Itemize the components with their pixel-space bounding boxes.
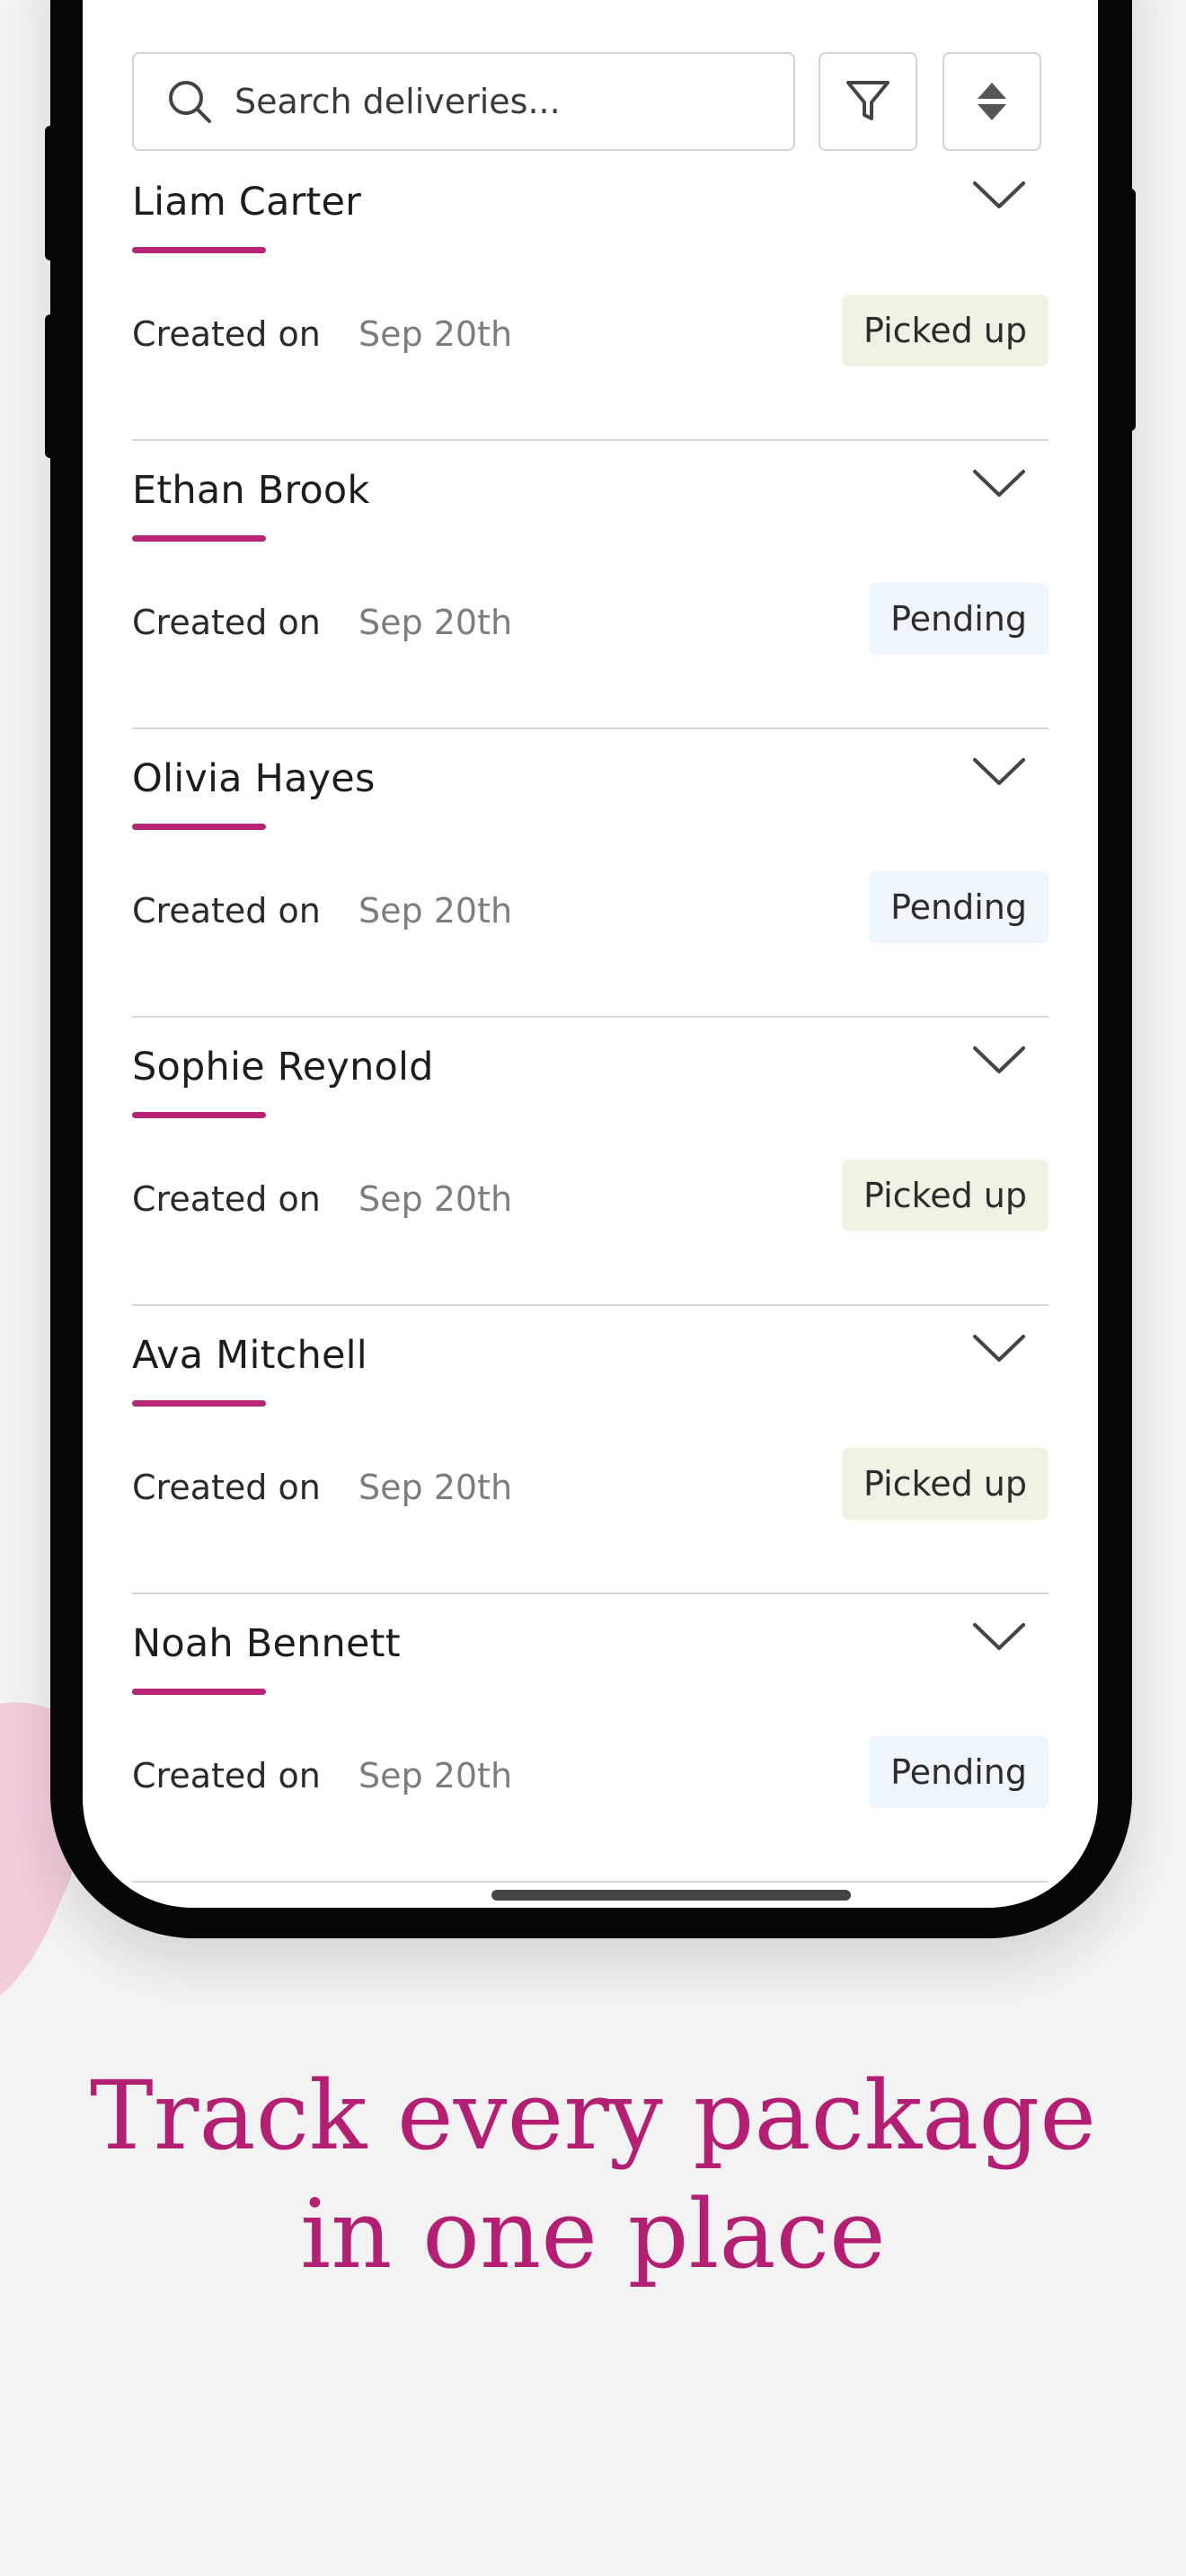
created-date: Sep 20th (358, 603, 513, 642)
chevron-down-icon[interactable] (971, 178, 1027, 214)
filter-button[interactable] (819, 52, 917, 151)
created-label: Created on (132, 603, 321, 642)
sort-button[interactable] (943, 52, 1041, 151)
name-underline (132, 1112, 266, 1118)
search-icon (169, 81, 211, 123)
name-underline (132, 824, 266, 830)
created-date: Sep 20th (358, 1179, 513, 1219)
chevron-down-icon[interactable] (971, 1619, 1027, 1655)
search-input[interactable] (233, 81, 775, 122)
delivery-row[interactable]: Liam Carter Created on Sep 20th Picked u… (132, 153, 1049, 441)
created-label: Created on (132, 1468, 321, 1507)
status-badge: Pending (869, 1736, 1049, 1808)
headline-line-1: Track every package (90, 2060, 1096, 2171)
filter-icon (846, 81, 890, 120)
chevron-down-icon[interactable] (971, 1043, 1027, 1079)
created-label: Created on (132, 891, 321, 931)
headline-line-2: in one place (300, 2179, 886, 2289)
home-indicator[interactable] (491, 1890, 851, 1901)
recipient-name: Ethan Brook (132, 468, 370, 513)
created-label: Created on (132, 1756, 321, 1795)
phone-screen: Liam Carter Created on Sep 20th Picked u… (83, 0, 1098, 1908)
status-badge: Pending (869, 871, 1049, 943)
sort-icon (978, 83, 1006, 120)
delivery-row[interactable]: Sophie Reynold Created on Sep 20th Picke… (132, 1018, 1049, 1306)
marketing-headline: Track every package in one place (0, 2057, 1186, 2294)
status-badge: Pending (869, 583, 1049, 655)
created-date: Sep 20th (358, 1468, 513, 1507)
chevron-down-icon[interactable] (971, 1331, 1027, 1367)
created-label: Created on (132, 314, 321, 354)
recipient-name: Noah Bennett (132, 1621, 401, 1666)
created-date: Sep 20th (358, 1756, 513, 1795)
delivery-row[interactable]: Ava Mitchell Created on Sep 20th Picked … (132, 1306, 1049, 1594)
delivery-list: Liam Carter Created on Sep 20th Picked u… (132, 153, 1049, 1883)
delivery-row[interactable]: Noah Bennett Created on Sep 20th Pending (132, 1594, 1049, 1883)
delivery-row[interactable]: Ethan Brook Created on Sep 20th Pending (132, 441, 1049, 729)
delivery-row[interactable]: Olivia Hayes Created on Sep 20th Pending (132, 729, 1049, 1018)
name-underline (132, 535, 266, 542)
chevron-down-icon[interactable] (971, 754, 1027, 790)
recipient-name: Liam Carter (132, 180, 362, 225)
name-underline (132, 1400, 266, 1407)
recipient-name: Sophie Reynold (132, 1045, 434, 1090)
status-badge: Picked up (842, 1448, 1049, 1520)
created-date: Sep 20th (358, 314, 513, 354)
chevron-down-icon[interactable] (971, 466, 1027, 502)
status-badge: Picked up (842, 1160, 1049, 1231)
toolbar (132, 52, 1049, 154)
search-box[interactable] (132, 52, 795, 151)
created-label: Created on (132, 1179, 321, 1219)
status-badge: Picked up (842, 295, 1049, 366)
created-date: Sep 20th (358, 891, 513, 931)
name-underline (132, 1689, 266, 1695)
recipient-name: Ava Mitchell (132, 1333, 367, 1378)
name-underline (132, 247, 266, 253)
recipient-name: Olivia Hayes (132, 756, 376, 801)
